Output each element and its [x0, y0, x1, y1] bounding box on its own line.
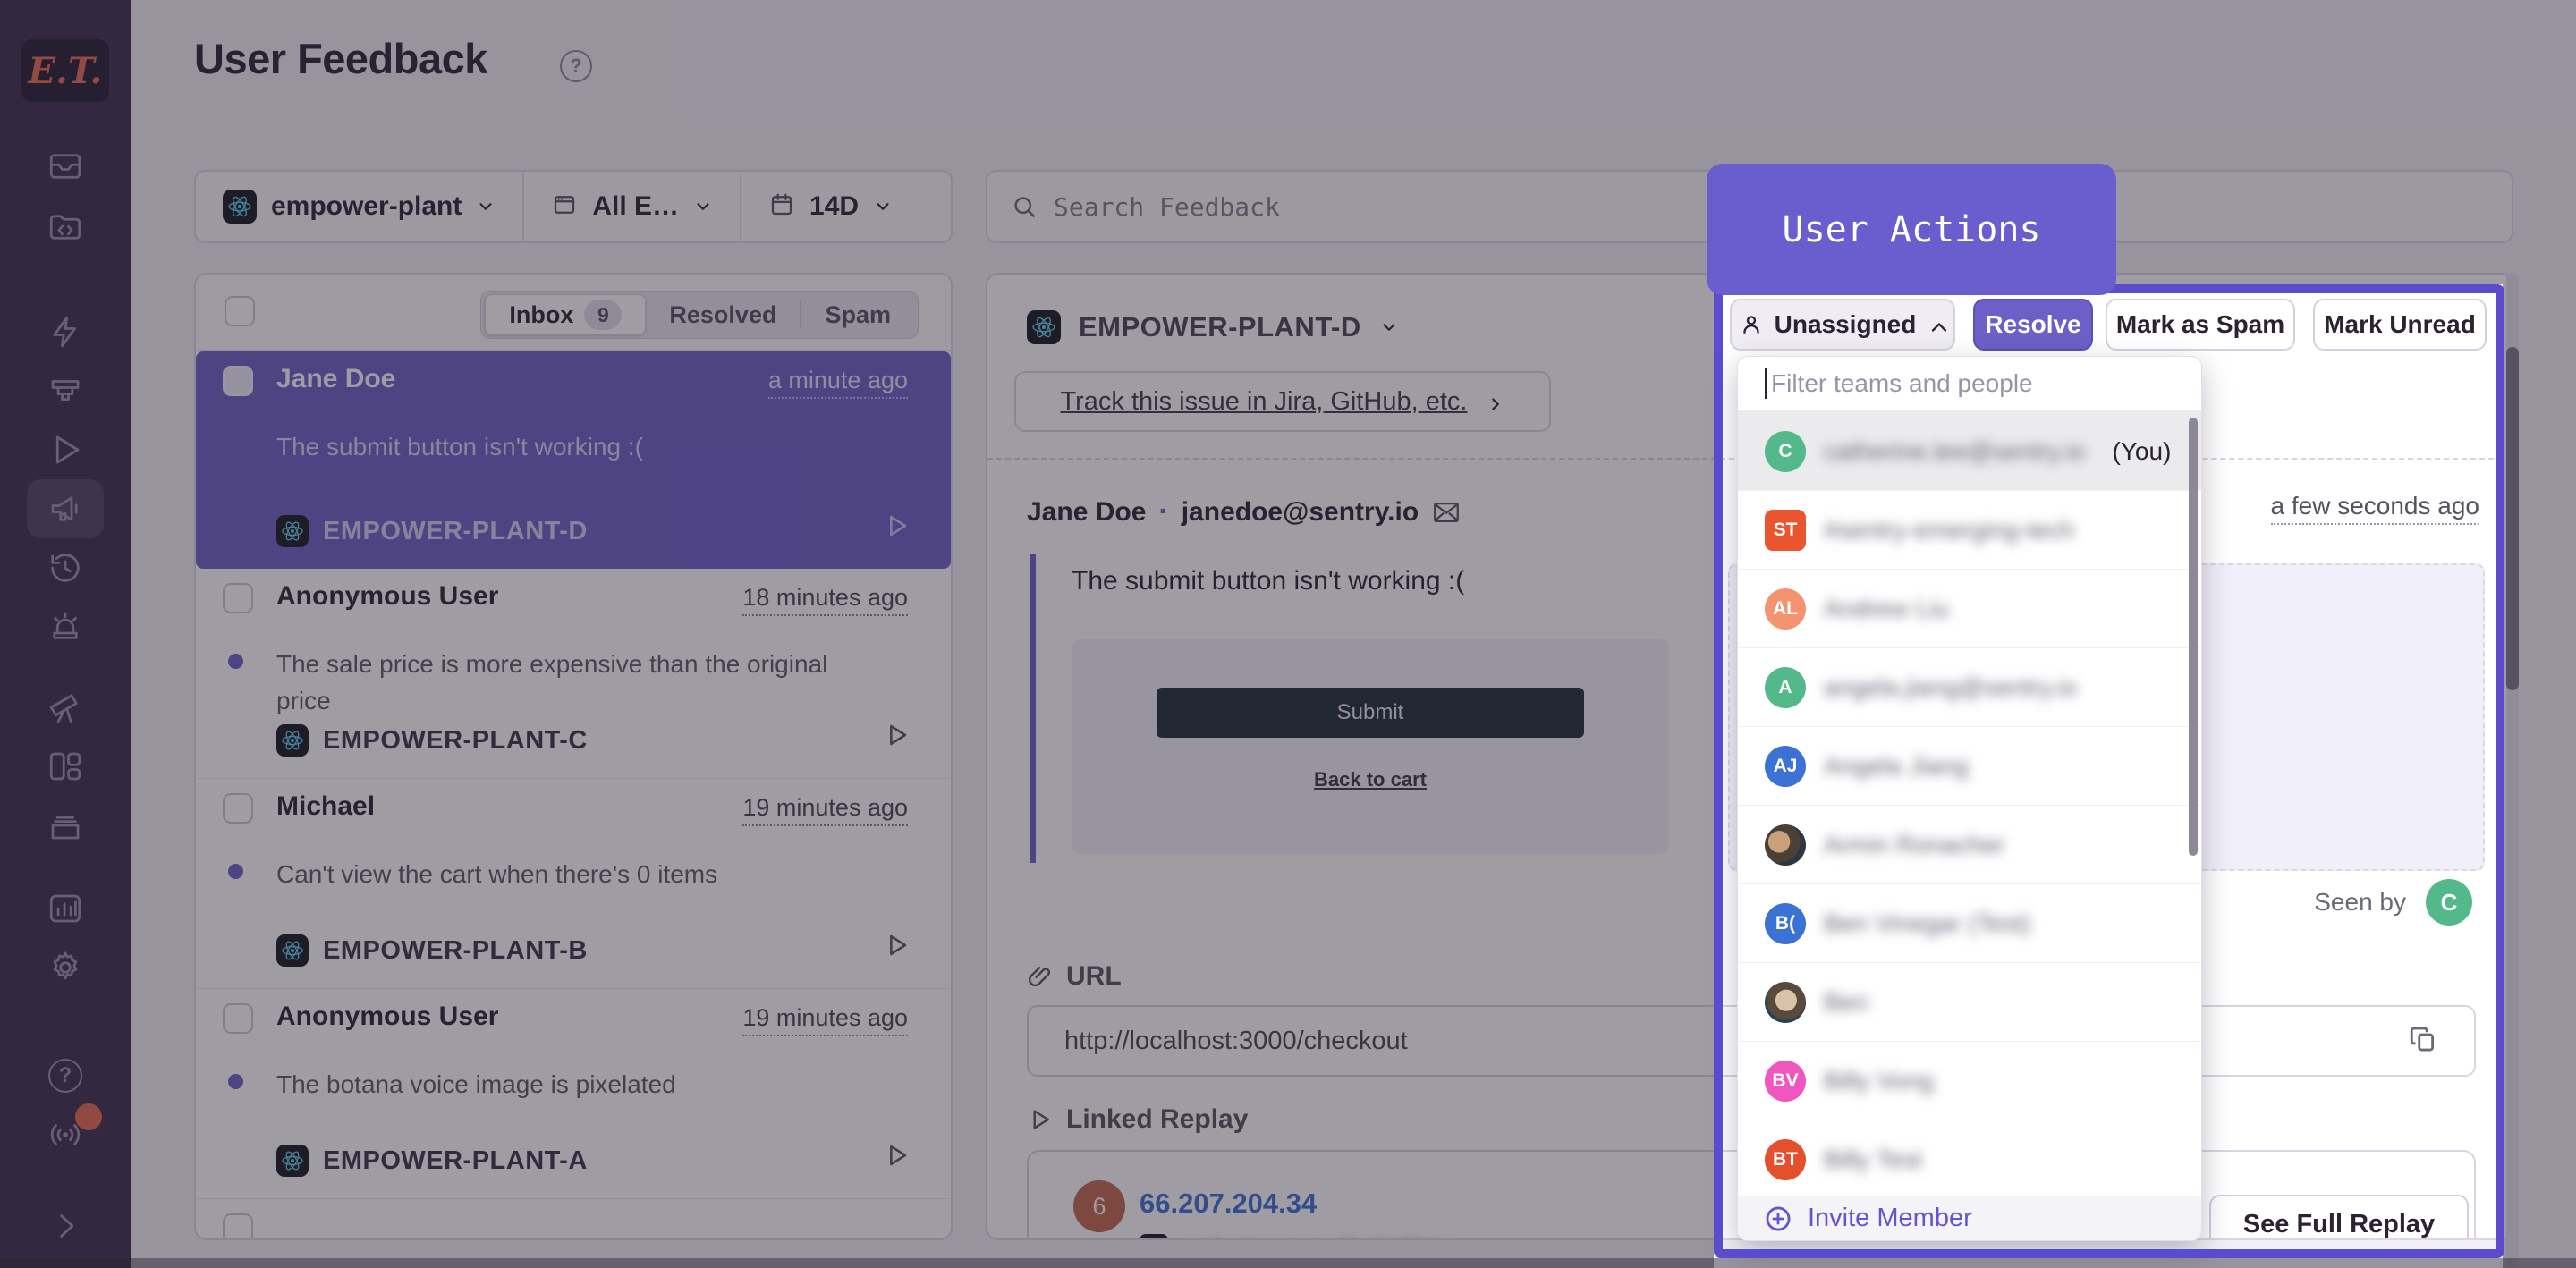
copy-icon[interactable] — [2408, 1024, 2438, 1059]
plus-circle-icon — [1763, 1204, 1793, 1234]
assignee-option[interactable]: BV Billy Vong — [1738, 1042, 2201, 1120]
seen-by-avatar: C — [2426, 879, 2472, 926]
assignee-label: catherine.lee@sentry.io — [1824, 437, 2086, 466]
dim-overlay — [0, 284, 1714, 1268]
dropdown-scrollbar-thumb[interactable] — [2189, 418, 2198, 856]
assignee-label: Ben — [1824, 988, 1868, 1017]
assignee-dropdown: Filter teams and people C catherine.lee@… — [1737, 356, 2202, 1241]
assignee-label: Ben Vinegar (Test) — [1824, 909, 2030, 938]
text-cursor — [1765, 368, 1767, 399]
avatar: AJ — [1765, 746, 1806, 787]
dim-overlay — [0, 1258, 2576, 1268]
seen-by-label: Seen by — [2314, 888, 2406, 917]
avatar: ST — [1765, 510, 1806, 551]
detail-timestamp[interactable]: a few seconds ago — [2271, 492, 2480, 525]
assignee-option[interactable]: Armin Ronacher — [1738, 806, 2201, 884]
assignee-option[interactable]: Ben — [1738, 963, 2201, 1042]
avatar: BT — [1765, 1139, 1806, 1180]
avatar: BV — [1765, 1061, 1806, 1102]
invite-member-button[interactable]: Invite Member — [1738, 1196, 2201, 1240]
assignee-label: Armin Ronacher — [1824, 831, 2004, 859]
dim-overlay — [2503, 284, 2576, 1268]
avatar: AL — [1765, 588, 1806, 630]
assignee-option[interactable]: B( Ben Vinegar (Test) — [1738, 884, 2201, 963]
see-full-replay-button[interactable]: See Full Replay — [2209, 1195, 2469, 1240]
assignee-button[interactable]: Unassigned — [1730, 299, 1955, 351]
dim-overlay — [0, 0, 2576, 284]
avatar: B( — [1765, 903, 1806, 944]
assignee-option[interactable]: AL Andrew Liu — [1738, 570, 2201, 648]
assignee-label: Billy Test — [1824, 1145, 1922, 1174]
assignee-label: angela.jiang@sentry.io — [1824, 673, 2077, 702]
assignee-filter-input[interactable]: Filter teams and people — [1738, 357, 2201, 412]
assignee-label: Billy Vong — [1824, 1067, 1934, 1095]
assignee-label: #sentry-emerging-tech — [1824, 516, 2074, 545]
user-actions-callout: User Actions — [1707, 164, 2116, 295]
avatar-photo — [1765, 982, 1806, 1023]
seen-by-row: Seen by C — [2314, 879, 2472, 926]
assignee-filter-placeholder: Filter teams and people — [1771, 369, 2033, 398]
mark-unread-button[interactable]: Mark Unread — [2313, 299, 2487, 351]
resolve-button[interactable]: Resolve — [1973, 299, 2093, 351]
chevron-up-icon — [1927, 315, 1946, 334]
person-icon — [1739, 312, 1764, 337]
avatar: C — [1765, 431, 1806, 472]
assignee-option[interactable]: AJ Angela Jiang — [1738, 727, 2201, 806]
mark-as-spam-button[interactable]: Mark as Spam — [2106, 299, 2295, 351]
avatar-photo — [1765, 824, 1806, 866]
assignee-label: Angela Jiang — [1824, 752, 1969, 781]
avatar: A — [1765, 667, 1806, 708]
assignee-option[interactable]: BT Billy Test — [1738, 1120, 2201, 1199]
assignee-option[interactable]: C catherine.lee@sentry.io (You) — [1738, 412, 2201, 491]
assignee-label: Andrew Liu — [1824, 595, 1949, 623]
assignee-option[interactable]: ST #sentry-emerging-tech — [1738, 491, 2201, 570]
assignee-option[interactable]: A angela.jiang@sentry.io — [1738, 648, 2201, 727]
you-suffix: (You) — [2113, 437, 2172, 466]
